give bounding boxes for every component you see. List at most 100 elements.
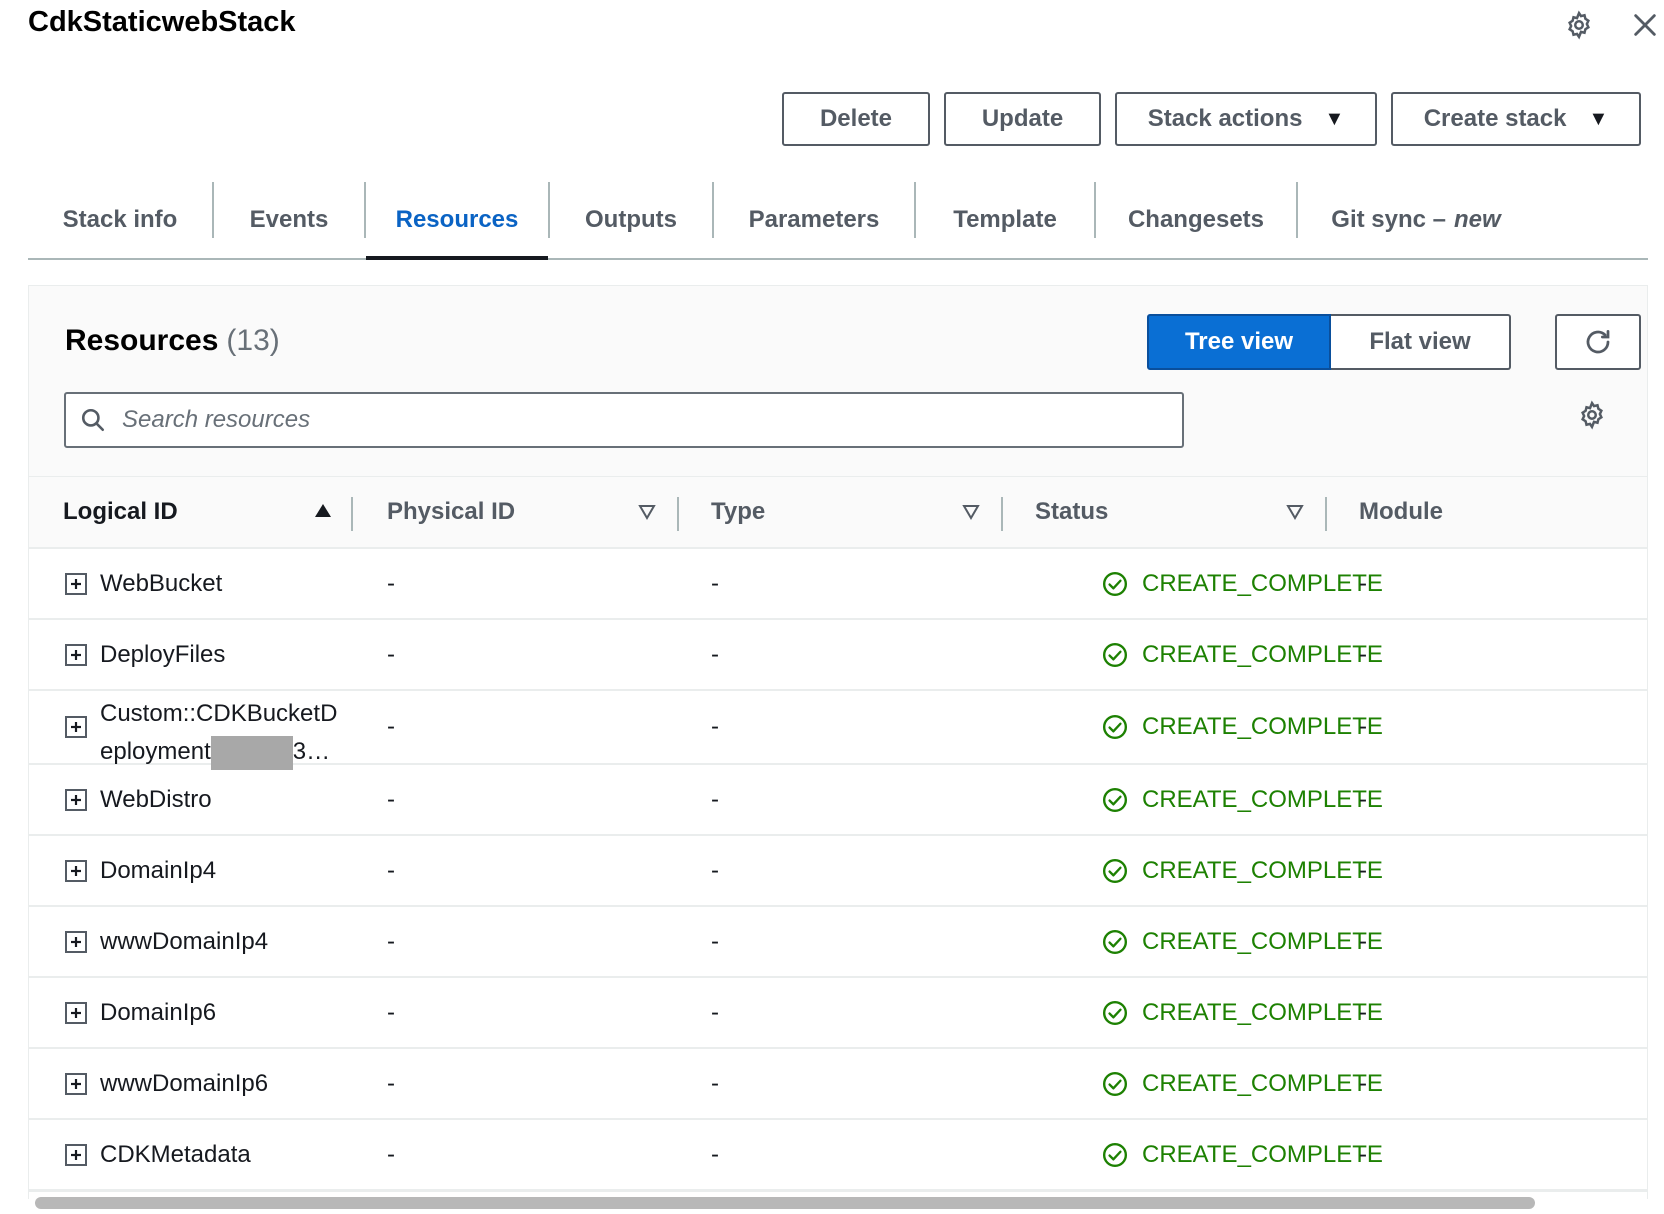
status: CREATE_COMPLETE [1102,549,1383,618]
resources-heading: Resources (13) [65,324,280,358]
status-text: CREATE_COMPLETE [1142,640,1383,668]
table-header: Logical ID Physical ID Type Status Modul… [29,476,1647,549]
module: - [1359,1069,1367,1097]
status-text: CREATE_COMPLETE [1142,1069,1383,1097]
success-check-icon [1102,642,1134,668]
sort-icon[interactable] [637,501,657,521]
column-header-type[interactable]: Type [711,477,765,547]
table-row[interactable]: CDKMetadata - - CREATE_COMPLETE - [29,1120,1647,1191]
tab-template[interactable]: Template [916,182,1094,258]
logical-id[interactable]: wwwDomainIp6 [100,1049,268,1118]
expand-icon[interactable] [65,859,87,882]
status-text: CREATE_COMPLETE [1142,713,1383,740]
preferences-gear-icon[interactable] [1577,400,1607,435]
search-input[interactable] [120,405,1124,435]
resources-panel: Resources(13) Tree view Flat view Logica… [28,285,1648,1214]
table-row[interactable]: wwwDomainIp4- - CREATE_COMPLETE - [29,907,1647,978]
success-check-icon [1102,571,1134,597]
resource-type: - [711,856,719,884]
resource-type: - [711,1140,719,1168]
logical-id-tail: 3… [292,738,331,765]
tab-changesets[interactable]: Changesets [1096,182,1296,258]
column-header-logical-id[interactable]: Logical ID [63,477,178,547]
expand-icon[interactable] [65,716,87,738]
table-row[interactable]: Custom::CDKBucketD eployment 3… - - CREATE_CO… [29,691,1647,770]
tab-parameters[interactable]: Parameters [714,182,914,258]
scrollbar-thumb[interactable] [35,1197,1535,1209]
expand-icon[interactable] [65,1072,87,1095]
column-divider [351,497,353,531]
success-check-icon [1102,1000,1134,1026]
resources-table: Logical ID Physical ID Type Status Modul… [29,476,1647,1214]
sort-icon[interactable] [1285,501,1305,521]
sort-ascending-icon[interactable] [313,501,333,521]
stack-actions-toolbar: Delete Update Stack actions ▼ Create sta… [782,92,1641,146]
stack-actions-dropdown[interactable]: Stack actions ▼ [1115,92,1377,146]
horizontal-scrollbar[interactable] [29,1191,1647,1214]
settings-gear-icon[interactable] [1562,8,1596,42]
status: CREATE_COMPLETE [1102,691,1383,763]
status: CREATE_COMPLETE [1102,620,1383,689]
sort-icon[interactable] [961,501,981,521]
physical-id: - [387,1069,395,1097]
logical-id[interactable]: WebDistro [100,765,212,834]
caret-down-icon: ▼ [1324,107,1345,130]
tab-outputs[interactable]: Outputs [550,182,712,258]
search-box [64,392,1184,448]
logical-id[interactable]: wwwDomainIp4 [100,907,268,976]
success-check-icon [1102,787,1134,813]
table-row[interactable]: WebDistro - - CREATE_COMPLETE - [29,765,1647,836]
tab-label: Stack info [62,206,178,233]
delete-button[interactable]: Delete [782,92,930,146]
flat-view-button[interactable]: Flat view [1331,314,1511,370]
module: - [1359,640,1367,668]
resource-type: - [711,640,719,668]
refresh-button[interactable] [1555,314,1641,370]
status: CREATE_COMPLETE [1102,836,1383,905]
table-row[interactable]: DomainIp6- - CREATE_COMPLETE - [29,978,1647,1049]
tab-stack-info[interactable]: Stack info [28,182,212,258]
status-text: CREATE_COMPLETE [1142,569,1383,597]
close-icon[interactable] [1628,8,1662,42]
table-row[interactable]: WebBucket - - CREATE_COMPLETE - [29,549,1647,620]
table-row[interactable]: DomainIp4- - CREATE_COMPLETE - [29,836,1647,907]
status: CREATE_COMPLETE [1102,1120,1383,1189]
column-header-module[interactable]: Module [1359,477,1443,547]
logical-id[interactable]: WebBucket [100,549,222,618]
expand-icon[interactable] [65,1143,87,1166]
expand-icon[interactable] [65,572,87,595]
logical-id-line2: eployment [100,738,211,765]
column-header-status[interactable]: Status [1035,477,1108,547]
stack-actions-label: Stack actions [1147,105,1303,132]
expand-icon[interactable] [65,788,87,811]
tab-git-sync[interactable]: Git sync – new [1298,182,1534,258]
expand-icon[interactable] [65,1001,87,1024]
update-button[interactable]: Update [944,92,1101,146]
table-row[interactable]: wwwDomainIp6- - CREATE_COMPLETE - [29,1049,1647,1120]
tree-view-button[interactable]: Tree view [1147,314,1331,370]
physical-id: - [387,927,395,955]
tab-label: Git sync – [1331,206,1447,233]
create-stack-dropdown[interactable]: Create stack ▼ [1391,92,1641,146]
status-text: CREATE_COMPLETE [1142,1140,1383,1168]
tab-label: Template [953,206,1057,233]
module: - [1359,713,1367,740]
table-row[interactable]: DeployFiles - - CREATE_COMPLETE - [29,620,1647,691]
logical-id[interactable]: DeployFiles [100,620,225,689]
resources-count: (13) [226,324,280,357]
logical-id[interactable]: CDKMetadata [100,1120,251,1189]
expand-icon[interactable] [65,930,87,953]
success-check-icon [1102,858,1134,884]
resource-type: - [711,1069,719,1097]
tab-label: Changesets [1127,206,1265,233]
logical-id[interactable]: Custom::CDKBucketD eployment 3… [100,695,360,771]
expand-icon[interactable] [65,643,87,666]
logical-id[interactable]: DomainIp4 [100,836,216,905]
status: CREATE_COMPLETE [1102,978,1383,1047]
module: - [1359,785,1367,813]
tab-resources[interactable]: Resources [366,182,548,260]
logical-id[interactable]: DomainIp6 [100,978,216,1047]
column-header-physical-id[interactable]: Physical ID [387,477,515,547]
tab-events[interactable]: Events [214,182,364,258]
status: CREATE_COMPLETE [1102,1049,1383,1118]
